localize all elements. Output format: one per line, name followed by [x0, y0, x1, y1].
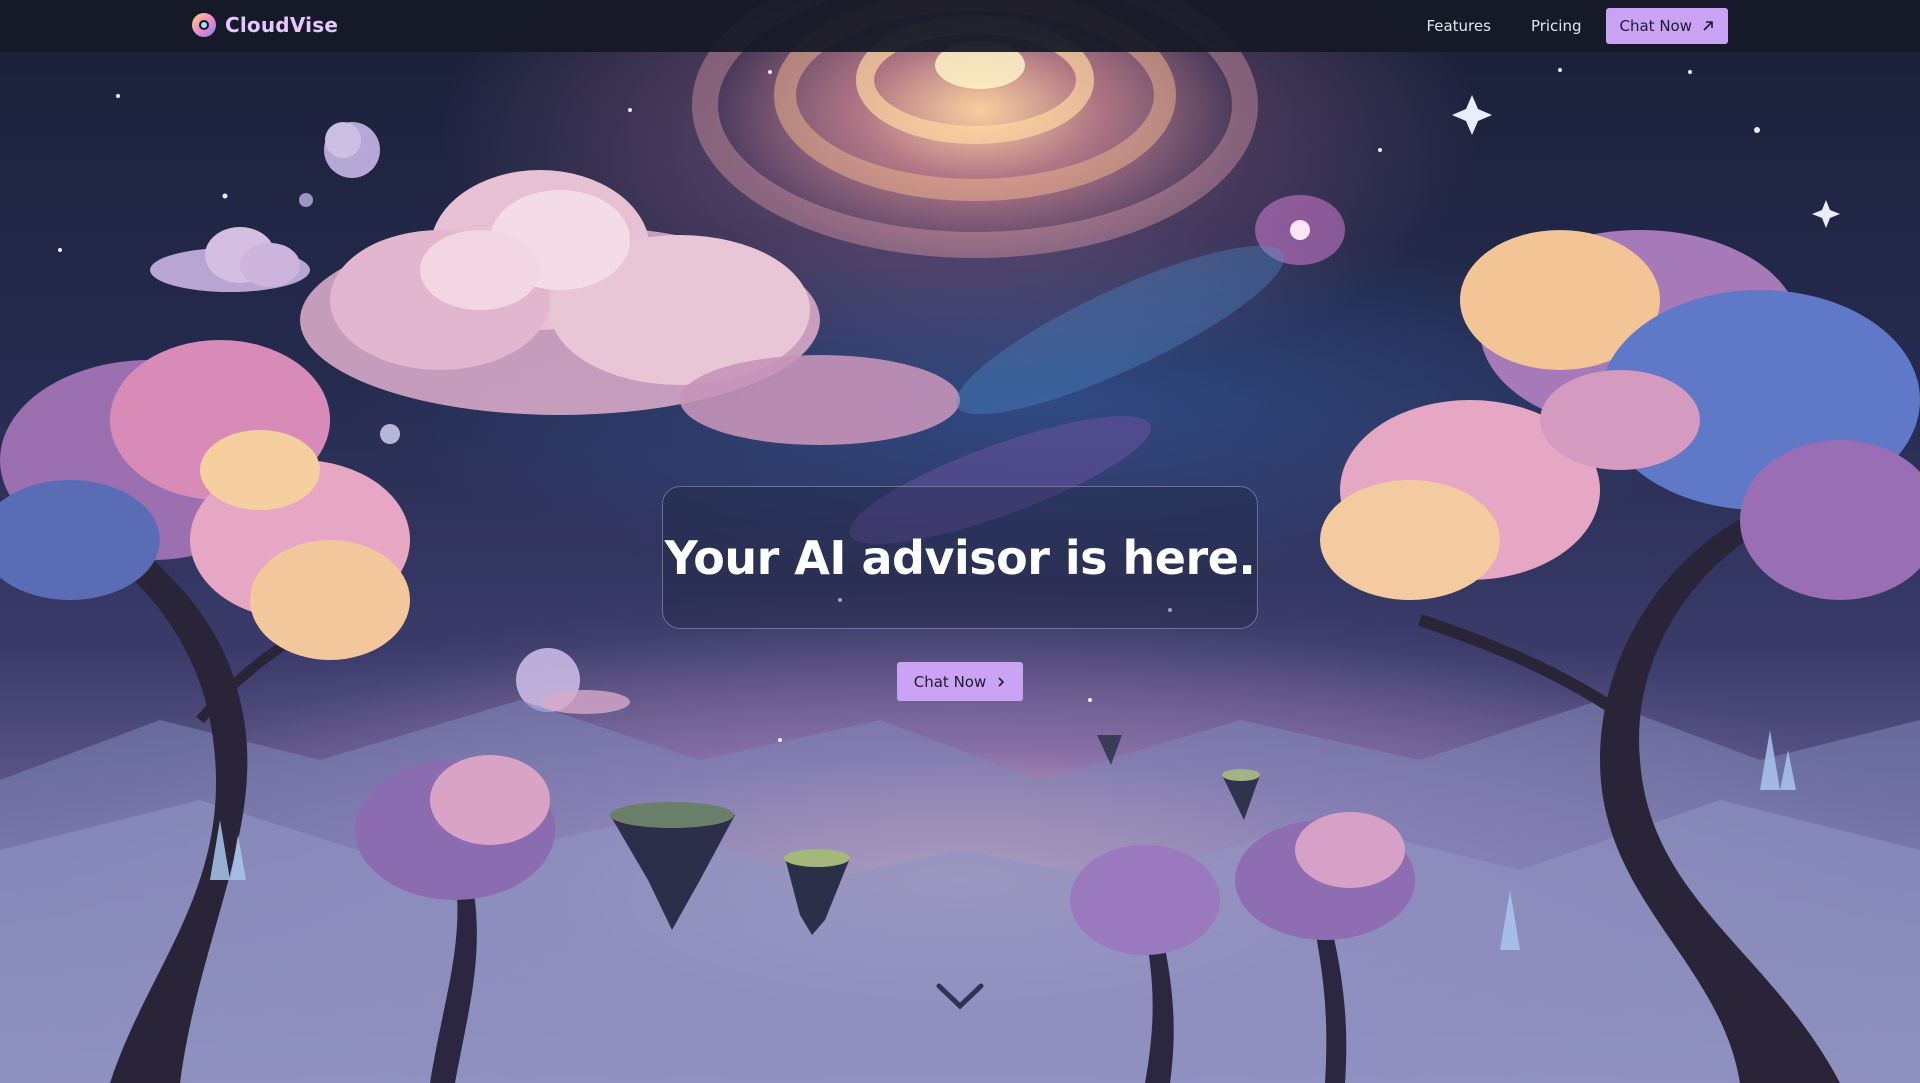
big-cloud — [300, 170, 960, 445]
nav-chat-now-label: Chat Now — [1619, 17, 1693, 35]
top-navbar: CloudVise Features Pricing Chat Now — [0, 0, 1920, 52]
brand-logo-link[interactable]: CloudVise — [191, 12, 338, 38]
nav-links: Features Pricing Chat Now — [1406, 8, 1728, 44]
hero-chat-now-button[interactable]: Chat Now — [897, 662, 1023, 701]
nav-link-pricing[interactable]: Pricing — [1511, 8, 1602, 44]
hero-title-card: Your AI advisor is here. — [662, 486, 1258, 629]
hero-title: Your AI advisor is here. — [664, 530, 1256, 585]
hero-chat-now-label: Chat Now — [913, 672, 987, 691]
brand-name: CloudVise — [225, 13, 339, 37]
cloudvise-logo-icon — [192, 13, 216, 37]
chevron-right-icon — [998, 676, 1005, 687]
small-cloud — [150, 227, 310, 292]
chevron-down-icon — [936, 983, 984, 1010]
scroll-down-button[interactable] — [935, 980, 985, 1012]
nav-link-features[interactable]: Features — [1406, 8, 1511, 44]
arrow-up-right-icon — [1703, 21, 1713, 31]
nav-chat-now-button[interactable]: Chat Now — [1605, 8, 1728, 44]
